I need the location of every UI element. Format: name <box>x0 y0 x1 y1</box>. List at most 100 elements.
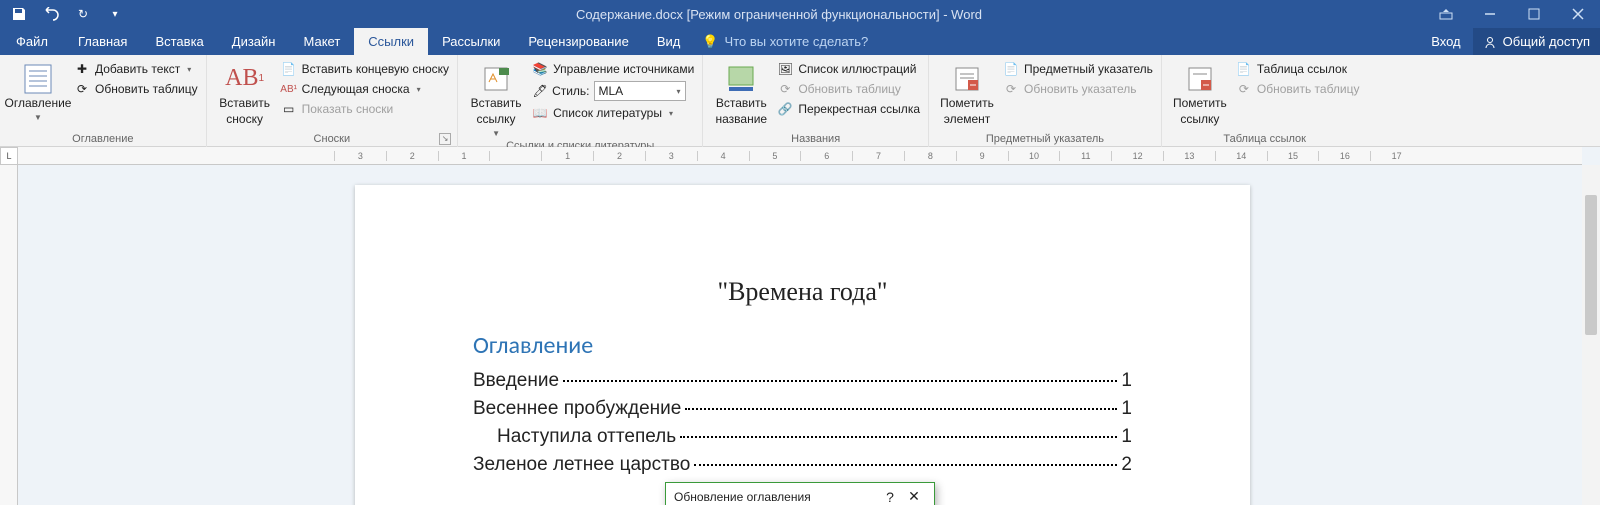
toc-button[interactable]: Оглавление ▼ <box>8 61 68 122</box>
manage-icon: 📚 <box>532 61 548 77</box>
insert-index-button[interactable]: 📄Предметный указатель <box>1003 61 1153 77</box>
window-controls <box>1424 0 1600 28</box>
document-title: "Времена года" <box>473 277 1132 307</box>
tab-layout[interactable]: Макет <box>289 28 354 55</box>
save-icon[interactable] <box>10 5 28 23</box>
toc-leader <box>680 436 1117 438</box>
footnote-label2: сноску <box>226 113 263 127</box>
group-authorities: Пометить ссылку 📄Таблица ссылок ⟳Обновит… <box>1162 55 1368 147</box>
tab-references[interactable]: Ссылки <box>354 28 428 55</box>
tab-design[interactable]: Дизайн <box>218 28 290 55</box>
next-footnote-button[interactable]: AB¹Следующая сноска▾ <box>281 81 449 97</box>
toc-leader <box>685 408 1117 410</box>
toc-container: Введение1 Весеннее пробуждение1 Наступила … <box>473 370 1132 476</box>
quick-access-toolbar: ↻ ▾ <box>0 5 134 23</box>
bibliography-button[interactable]: 📖Список литературы▾ <box>532 105 694 121</box>
index-icon: 📄 <box>1003 61 1019 77</box>
citation-icon <box>480 63 512 95</box>
toc-leader <box>563 380 1117 382</box>
group-label-toc: Оглавление <box>8 131 198 147</box>
toc-entry-page: 1 <box>1121 426 1132 448</box>
ribbon-tabs: Файл Главная Вставка Дизайн Макет Ссылки… <box>0 28 1600 55</box>
authorities-icon: 📄 <box>1236 61 1252 77</box>
tab-home[interactable]: Главная <box>64 28 141 55</box>
redo-icon[interactable]: ↻ <box>74 5 92 23</box>
ruler-corner[interactable]: L <box>0 147 18 165</box>
crossref-icon: 🔗 <box>777 101 793 117</box>
undo-icon[interactable] <box>42 5 60 23</box>
add-text-icon: ✚ <box>74 61 90 77</box>
toc-button-label: Оглавление <box>5 97 72 111</box>
title-bar: ↻ ▾ Содержание.docx [Режим ограниченной … <box>0 0 1600 28</box>
maximize-icon[interactable] <box>1512 0 1556 28</box>
vertical-scrollbar[interactable] <box>1582 165 1600 505</box>
group-label-index: Предметный указатель <box>937 131 1153 147</box>
figures-icon: 🖼 <box>777 61 793 77</box>
mark-citation-button[interactable]: Пометить ссылку <box>1170 61 1230 127</box>
toc-entry-text: Наступила оттепель <box>497 426 676 448</box>
toc-entry[interactable]: Весеннее пробуждение1 <box>473 398 1132 420</box>
dialog-close-button[interactable]: ✕ <box>902 488 926 505</box>
update-toc-button[interactable]: ⟳Обновить таблицу <box>74 81 198 97</box>
close-icon[interactable] <box>1556 0 1600 28</box>
caption-label1: Вставить <box>716 97 767 111</box>
toc-entry[interactable]: Наступила оттепель 1 <box>473 426 1132 448</box>
footnote-icon: AB1 <box>229 63 261 95</box>
tab-review[interactable]: Рецензирование <box>514 28 642 55</box>
insert-caption-button[interactable]: Вставить название <box>711 61 771 127</box>
cross-reference-button[interactable]: 🔗Перекрестная ссылка <box>777 101 920 117</box>
endnote-icon: 📄 <box>281 61 297 77</box>
mark-cit-label1: Пометить <box>1173 97 1227 111</box>
manage-sources-button[interactable]: 📚Управление источниками <box>532 61 694 77</box>
insert-endnote-button[interactable]: 📄Вставить концевую сноску <box>281 61 449 77</box>
toc-entry-page: 1 <box>1121 370 1132 392</box>
citation-style-combo[interactable]: MLA▾ <box>594 81 686 101</box>
share-button[interactable]: Общий доступ <box>1473 28 1600 55</box>
next-footnote-icon: AB¹ <box>281 81 297 97</box>
toc-entry-text: Зеленое летнее царство <box>473 454 690 476</box>
minimize-icon[interactable] <box>1468 0 1512 28</box>
share-icon <box>1483 35 1497 49</box>
insert-citation-button[interactable]: Вставить ссылку ▼ <box>466 61 526 138</box>
group-captions: Вставить название 🖼 Список иллюстраций ⟳О… <box>703 55 929 147</box>
update-index-label: Обновить указатель <box>1024 82 1137 96</box>
insert-footnote-button[interactable]: AB1 Вставить сноску <box>215 61 275 127</box>
table-of-figures-button[interactable]: 🖼 Список иллюстраций <box>777 61 920 77</box>
insert-authorities-button[interactable]: 📄Таблица ссылок <box>1236 61 1360 77</box>
refresh-icon: ⟳ <box>1236 81 1252 97</box>
dialog-launcher-icon[interactable]: ↘ <box>439 133 451 145</box>
update-figures-button[interactable]: ⟳Обновить таблицу <box>777 81 920 97</box>
sign-in[interactable]: Вход <box>1419 34 1472 49</box>
add-text-button[interactable]: ✚Добавить текст▾ <box>74 61 198 77</box>
tell-me[interactable]: 💡 Что вы хотите сделать? <box>702 28 868 55</box>
dialog-help-button[interactable]: ? <box>878 489 902 505</box>
toc-entry[interactable]: Введение1 <box>473 370 1132 392</box>
document-page: "Времена года" Оглавление Введение1Весен… <box>355 185 1250 505</box>
qat-customize-icon[interactable]: ▾ <box>106 5 124 23</box>
refresh-icon: ⟳ <box>777 81 793 97</box>
citation-style-row: 🖊 Стиль: MLA▾ <box>532 81 694 101</box>
citation-label2: ссылку <box>477 113 516 127</box>
toc-entry[interactable]: Зеленое летнее царство2 <box>473 454 1132 476</box>
show-notes-button[interactable]: ▭Показать сноски <box>281 101 449 117</box>
mark-entry-button[interactable]: Пометить элемент <box>937 61 997 127</box>
update-authorities-button[interactable]: ⟳Обновить таблицу <box>1236 81 1360 97</box>
figures-label: Список иллюстраций <box>798 62 916 76</box>
add-text-label: Добавить текст <box>95 62 180 76</box>
vertical-ruler[interactable] <box>0 165 18 505</box>
show-notes-label: Показать сноски <box>302 102 394 116</box>
mark-label1: Пометить <box>940 97 994 111</box>
tab-insert[interactable]: Вставка <box>141 28 217 55</box>
chevron-down-icon: ▼ <box>492 129 500 138</box>
scrollbar-thumb[interactable] <box>1585 195 1597 335</box>
tab-file[interactable]: Файл <box>0 28 64 55</box>
ribbon-options-icon[interactable] <box>1424 0 1468 28</box>
update-index-button[interactable]: ⟳Обновить указатель <box>1003 81 1153 97</box>
tab-mailings[interactable]: Рассылки <box>428 28 514 55</box>
dialog-titlebar[interactable]: Обновление оглавления ? ✕ <box>666 483 934 505</box>
update-toc-dialog: Обновление оглавления ? ✕ Выберите один … <box>665 482 935 505</box>
share-label: Общий доступ <box>1503 34 1590 49</box>
horizontal-ruler[interactable]: 3211234567891011121314151617 <box>18 147 1582 165</box>
footnote-label1: Вставить <box>219 97 270 111</box>
tab-view[interactable]: Вид <box>643 28 695 55</box>
